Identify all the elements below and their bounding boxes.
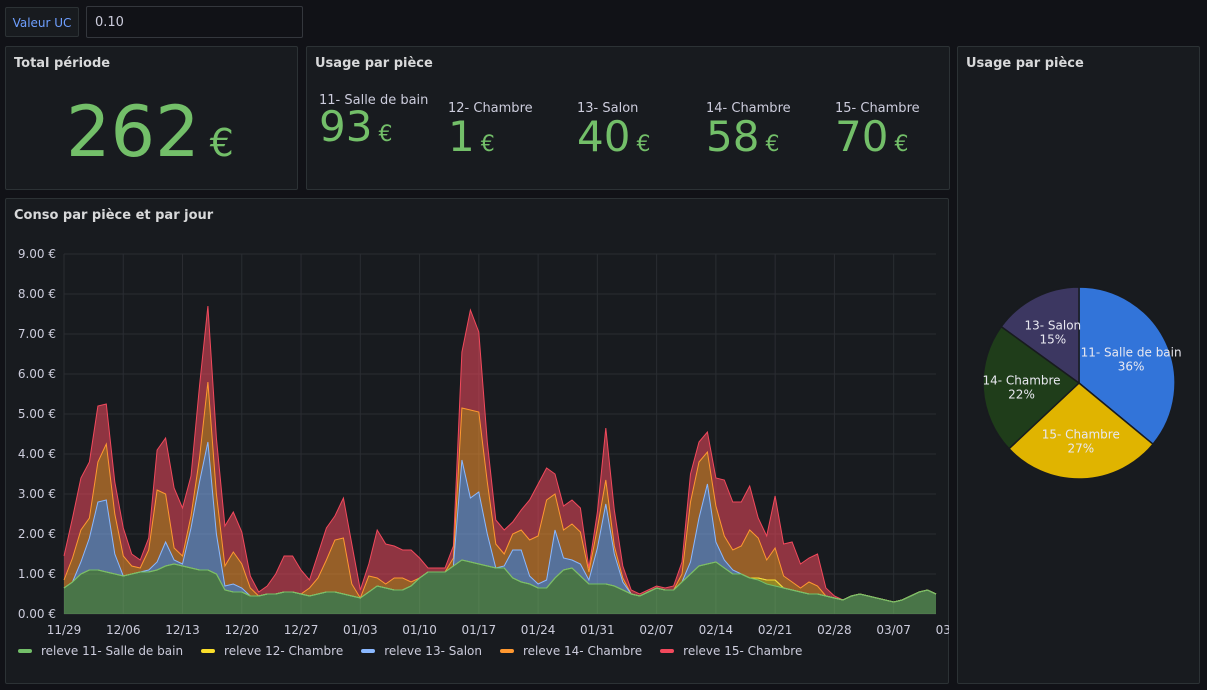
x-tick-label: 03/07 <box>876 623 911 637</box>
legend-item[interactable]: releve 11- Salle de bain <box>18 644 183 658</box>
x-tick-label: 03/14 <box>936 623 949 637</box>
room-value: 93 € <box>319 102 393 151</box>
variable-label: Valeur UC <box>5 7 79 37</box>
total-unit: € <box>209 121 234 165</box>
legend-swatch <box>499 649 514 653</box>
room-stat-12: 12- Chambre 1 € <box>448 101 566 161</box>
x-tick-label: 12/20 <box>224 623 259 637</box>
legend-swatch <box>201 649 216 653</box>
legend-swatch <box>361 649 376 653</box>
x-tick-label: 01/17 <box>462 623 497 637</box>
legend-label: releve 14- Chambre <box>522 644 643 658</box>
room-stat-14: 14- Chambre 58 € <box>706 101 824 161</box>
y-tick-label: 1.00 € <box>18 567 56 581</box>
legend-label: releve 11- Salle de bain <box>41 644 184 658</box>
y-tick-label: 5.00 € <box>18 407 56 421</box>
room-value: 70 € <box>835 112 909 161</box>
conso-chart[interactable]: 0.00 € 1.00 € 2.00 € 3.00 € 4.00 € 5.00 € 6.00… <box>5 198 949 638</box>
variable-value-input[interactable] <box>86 6 303 38</box>
total-panel: Total période 262 € <box>5 46 298 190</box>
y-tick-label: 0.00 € <box>18 607 56 621</box>
pie-slice-label: 15- Chambre <box>1042 428 1120 442</box>
pie-slice-percent: 22% <box>1008 388 1035 402</box>
legend-item[interactable]: releve 14- Chambre <box>499 644 643 658</box>
x-tick-label: 11/29 <box>47 623 82 637</box>
room-stat-11: 11- Salle de bain 93 € <box>319 93 437 151</box>
panel-title: Usage par pièce <box>315 56 433 71</box>
y-tick-label: 4.00 € <box>18 447 56 461</box>
pie-panel: Usage par pièce 11- Salle de bain 36% 15- … <box>957 46 1200 684</box>
y-tick-label: 7.00 € <box>18 327 56 341</box>
pie-slice-label: 11- Salle de bain <box>1081 345 1182 359</box>
chart-legend: releve 11- Salle de bain releve 12- Chamb… <box>18 644 820 658</box>
x-tick-label: 01/31 <box>580 623 615 637</box>
legend-label: releve 12- Chambre <box>224 644 344 658</box>
usage-stats-panel: Usage par pièce 11- Salle de bain 93 € 12… <box>306 46 950 190</box>
x-tick-label: 02/28 <box>817 623 852 637</box>
legend-label: releve 15- Chambre <box>683 644 803 658</box>
panel-title: Total période <box>14 56 111 71</box>
legend-swatch <box>660 649 675 653</box>
room-stat-15: 15- Chambre 70 € <box>835 101 953 161</box>
x-tick-label: 12/13 <box>165 623 200 637</box>
legend-item[interactable]: releve 13- Salon <box>361 644 482 658</box>
pie-slice-percent: 27% <box>1067 442 1094 456</box>
y-tick-label: 2.00 € <box>18 527 56 541</box>
x-tick-label: 01/03 <box>343 623 378 637</box>
x-tick-label: 01/10 <box>402 623 437 637</box>
legend-item[interactable]: releve 12- Chambre <box>201 644 343 658</box>
y-tick-label: 3.00 € <box>18 487 56 501</box>
pie-slice-percent: 36% <box>1118 359 1145 373</box>
pie-slice-percent: 15% <box>1040 333 1067 347</box>
pie-slice-label: 13- Salon <box>1025 319 1082 333</box>
x-tick-label: 12/06 <box>106 623 141 637</box>
legend-swatch <box>18 649 32 653</box>
x-tick-label: 02/14 <box>699 623 734 637</box>
x-tick-label: 01/24 <box>521 623 556 637</box>
pie-chart[interactable]: 11- Salle de bain36% 15- Chambre27% 14- Ch… <box>958 47 1199 683</box>
x-tick-label: 02/21 <box>758 623 793 637</box>
room-value: 58 € <box>706 112 780 161</box>
legend-item[interactable]: releve 15- Chambre <box>660 644 802 658</box>
pie-slice-label: 14- Chambre <box>982 374 1060 388</box>
y-tick-label: 6.00 € <box>18 367 56 381</box>
room-value: 40 € <box>577 112 651 161</box>
room-value: 1 € <box>448 112 495 161</box>
x-tick-label: 12/27 <box>284 623 319 637</box>
y-tick-label: 8.00 € <box>18 287 56 301</box>
total-stat: 262 € <box>66 91 234 173</box>
room-stat-13: 13- Salon 40 € <box>577 101 695 161</box>
x-tick-label: 02/07 <box>639 623 674 637</box>
total-value: 262 <box>66 91 200 173</box>
legend-label: releve 13- Salon <box>384 644 482 658</box>
y-tick-label: 9.00 € <box>18 247 56 261</box>
